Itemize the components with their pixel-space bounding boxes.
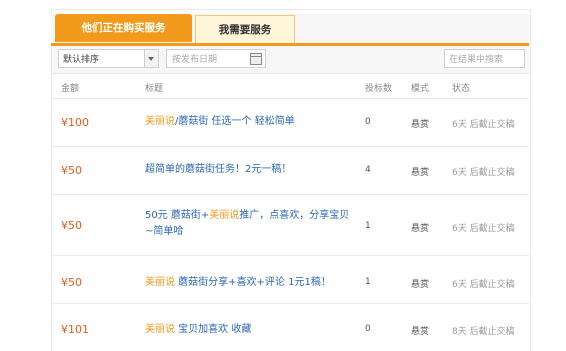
table-row[interactable]: ¥101 美丽说 宝贝加喜欢 收藏 0 悬赏 8天 后截止交稿 bbox=[52, 304, 529, 351]
task-title-text: 蘑菇街分享+喜欢+评论 1元1稿！ bbox=[175, 277, 331, 288]
chevron-down-icon[interactable] bbox=[144, 50, 158, 67]
bid-count: 4 bbox=[365, 165, 371, 175]
task-title-highlight: 美丽说 bbox=[145, 324, 175, 335]
task-title-highlight: 美丽说 bbox=[145, 116, 175, 127]
task-mode: 悬赏 bbox=[411, 327, 430, 337]
date-filter-input[interactable]: 按发布日期 bbox=[166, 49, 266, 68]
task-amount: ¥101 bbox=[61, 323, 89, 336]
task-title-text: /蘑菇街 任选一个 轻松简单 bbox=[175, 116, 295, 127]
task-status: 6天 后截止交稿 bbox=[452, 168, 515, 178]
tab-buying-services[interactable]: 他们正在购买服务 bbox=[55, 14, 192, 42]
task-mode: 悬赏 bbox=[411, 168, 430, 178]
table-row[interactable]: ¥50 美丽说 蘑菇街分享+喜欢+评论 1元1稿！ 1 悬赏 6天 后截止交稿 bbox=[52, 256, 529, 304]
task-amount: ¥100 bbox=[61, 116, 89, 129]
task-mode: 悬赏 bbox=[411, 120, 430, 130]
table-header: 金额 标题 投标数 模式 状态 bbox=[52, 75, 529, 99]
date-filter-placeholder: 按发布日期 bbox=[172, 55, 218, 65]
sort-select[interactable]: 默认排序 bbox=[58, 49, 159, 68]
bid-count: 0 bbox=[365, 324, 371, 334]
search-input[interactable]: 在结果中搜索 bbox=[444, 49, 525, 68]
column-amount: 金额 bbox=[61, 84, 80, 94]
task-status: 6天 后截止交稿 bbox=[452, 120, 515, 130]
task-title-prefix: 50元 蘑菇街+ bbox=[145, 210, 210, 221]
search-placeholder: 在结果中搜索 bbox=[449, 55, 504, 65]
sort-select-value: 默认排序 bbox=[63, 55, 100, 65]
task-status: 6天 后截止交稿 bbox=[452, 224, 515, 234]
task-title-link[interactable]: 美丽说 宝贝加喜欢 收藏 bbox=[145, 322, 345, 338]
calendar-icon[interactable] bbox=[250, 53, 262, 65]
column-bids: 投标数 bbox=[365, 84, 393, 94]
table-row[interactable]: ¥50 超简单的蘑菇街任务！2元一稿！ 4 悬赏 6天 后截止交稿 bbox=[52, 147, 529, 195]
tab-bar: 他们正在购买服务 我需要服务 bbox=[51, 14, 529, 46]
column-title: 标题 bbox=[145, 84, 164, 94]
column-mode: 模式 bbox=[411, 84, 430, 94]
task-status: 6天 后截止交稿 bbox=[452, 280, 515, 290]
task-title-link[interactable]: 超简单的蘑菇街任务！2元一稿！ bbox=[145, 162, 345, 178]
table-row[interactable]: ¥50 50元 蘑菇街+美丽说推广，点喜欢，分享宝贝~简单哈 1 悬赏 6天 后… bbox=[52, 195, 529, 256]
task-title-link[interactable]: 美丽说 蘑菇街分享+喜欢+评论 1元1稿！ bbox=[145, 275, 360, 291]
task-mode: 悬赏 bbox=[411, 280, 430, 290]
column-status: 状态 bbox=[452, 84, 471, 94]
task-title-link[interactable]: 50元 蘑菇街+美丽说推广，点喜欢，分享宝贝~简单哈 bbox=[145, 208, 351, 240]
task-title-text: 宝贝加喜欢 收藏 bbox=[175, 324, 252, 335]
task-mode: 悬赏 bbox=[411, 224, 430, 234]
table-row[interactable]: ¥100 美丽说/蘑菇街 任选一个 轻松简单 0 悬赏 6天 后截止交稿 bbox=[52, 99, 529, 147]
task-title-highlight: 美丽说 bbox=[209, 210, 240, 221]
tab-need-service[interactable]: 我需要服务 bbox=[195, 15, 295, 43]
bid-count: 1 bbox=[365, 221, 371, 231]
task-amount: ¥50 bbox=[61, 219, 82, 232]
bid-count: 1 bbox=[365, 277, 371, 287]
filter-bar: 默认排序 按发布日期 在结果中搜索 bbox=[52, 46, 529, 74]
bid-count: 0 bbox=[365, 117, 371, 127]
task-title-highlight: 美丽说 bbox=[145, 277, 175, 288]
task-title-link[interactable]: 美丽说/蘑菇街 任选一个 轻松简单 bbox=[145, 114, 345, 130]
task-amount: ¥50 bbox=[61, 276, 82, 289]
task-amount: ¥50 bbox=[61, 164, 82, 177]
task-title-text: 超简单的蘑菇街任务！2元一稿！ bbox=[145, 164, 292, 175]
task-status: 8天 后截止交稿 bbox=[452, 327, 515, 337]
